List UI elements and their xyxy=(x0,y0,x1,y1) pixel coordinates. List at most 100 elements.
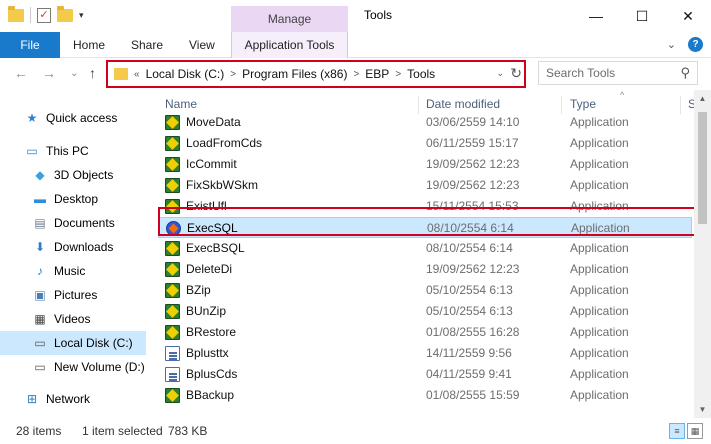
sql-app-icon xyxy=(166,221,181,236)
scroll-thumb[interactable] xyxy=(698,112,707,224)
table-row[interactable]: DeleteDi 19/09/2562 12:23 Application xyxy=(158,259,692,280)
application-icon xyxy=(165,157,180,172)
search-box[interactable]: ⚲ xyxy=(538,61,698,85)
customize-toolbar-icon[interactable]: ▾ xyxy=(79,10,84,21)
tab-share[interactable]: Share xyxy=(131,32,163,58)
application-icon xyxy=(165,178,180,193)
file-type: Application xyxy=(570,241,629,255)
sidebar-item-quick-access[interactable]: ★ Quick access xyxy=(0,106,146,130)
file-date-modified: 06/11/2559 15:17 xyxy=(426,136,519,150)
file-type: Application xyxy=(570,262,629,276)
file-name: BBackup xyxy=(186,388,235,402)
file-type: Application xyxy=(570,157,629,171)
details-view-button[interactable]: ≡ xyxy=(669,423,685,439)
desktop-icon: ▬ xyxy=(34,192,46,206)
sidebar-item-3d-objects[interactable]: ◆ 3D Objects xyxy=(0,163,146,187)
refresh-icon[interactable]: ↻ xyxy=(510,65,522,82)
sidebar-item-label: Quick access xyxy=(46,111,118,125)
sidebar-item-new-volume[interactable]: ▭ New Volume (D:) xyxy=(0,355,146,379)
close-button[interactable]: ✕ xyxy=(665,0,711,32)
table-row[interactable]: BZip 05/10/2554 6:13 Application xyxy=(158,280,692,301)
expand-ribbon-icon[interactable]: ⌄ xyxy=(667,38,676,51)
vertical-scrollbar[interactable]: ▲ ▼ xyxy=(694,90,711,418)
back-button[interactable]: ← xyxy=(14,65,28,81)
address-bar[interactable]: « Local Disk (C:) > Program Files (x86) … xyxy=(106,60,526,88)
sidebar-item-pictures[interactable]: ▣ Pictures xyxy=(0,283,146,307)
breadcrumb-overflow[interactable]: « xyxy=(134,69,140,80)
sidebar-item-local-disk[interactable]: ▭ Local Disk (C:) xyxy=(0,331,146,355)
sidebar-item-label: Local Disk (C:) xyxy=(54,336,133,350)
sidebar-item-documents[interactable]: ▤ Documents xyxy=(0,211,146,235)
file-date-modified: 19/09/2562 12:23 xyxy=(426,157,520,171)
file-date-modified: 04/11/2559 9:41 xyxy=(426,367,512,381)
tab-home[interactable]: Home xyxy=(73,32,105,58)
table-row[interactable]: Bplusttx 14/11/2559 9:56 Application xyxy=(158,343,692,364)
minimize-button[interactable]: — xyxy=(573,0,619,32)
breadcrumb-program-files[interactable]: Program Files (x86) xyxy=(242,67,347,81)
table-row[interactable]: FixSkbWSkm 19/09/2562 12:23 Application xyxy=(158,175,692,196)
tab-file[interactable]: File xyxy=(0,32,60,58)
chevron-right-icon[interactable]: > xyxy=(353,69,359,80)
table-row[interactable]: IcCommit 19/09/2562 12:23 Application xyxy=(158,154,692,175)
large-icons-view-button[interactable]: ▦ xyxy=(687,423,703,439)
chevron-right-icon[interactable]: > xyxy=(395,69,401,80)
table-row[interactable]: ExistUfl 15/11/2554 15:53 Application xyxy=(158,196,692,217)
sidebar-item-downloads[interactable]: ⬇ Downloads xyxy=(0,235,146,259)
scroll-down-button[interactable]: ▼ xyxy=(694,401,711,418)
breadcrumb-local-disk[interactable]: Local Disk (C:) xyxy=(146,67,225,81)
tab-view[interactable]: View xyxy=(189,32,215,58)
table-row[interactable]: LoadFromCds 06/11/2559 15:17 Application xyxy=(158,133,692,154)
address-dropdown-icon[interactable]: ⌄ xyxy=(496,68,504,79)
file-name: IcCommit xyxy=(186,157,237,171)
drive-icon: ▭ xyxy=(34,336,46,350)
breadcrumb-ebp[interactable]: EBP xyxy=(365,67,389,81)
sidebar-item-music[interactable]: ♪ Music xyxy=(0,259,146,283)
recent-locations-button[interactable]: ⌄ xyxy=(70,68,78,79)
file-date-modified: 14/11/2559 9:56 xyxy=(426,346,512,360)
sidebar-item-label: 3D Objects xyxy=(54,168,114,182)
window-controls: — ☐ ✕ xyxy=(573,0,711,32)
file-type: Application xyxy=(570,136,629,150)
title-bar: ✓ ▾ Manage Tools — ☐ ✕ xyxy=(0,0,711,32)
file-type: Application xyxy=(570,325,629,339)
table-row[interactable]: BUnZip 05/10/2554 6:13 Application xyxy=(158,301,692,322)
file-list: ^ Name Date modified Type S MoveData 03/0… xyxy=(148,90,694,418)
file-date-modified: 19/09/2562 12:23 xyxy=(426,178,520,192)
scroll-up-button[interactable]: ▲ xyxy=(694,90,711,107)
file-name: Bplusttx xyxy=(186,346,229,360)
table-row[interactable]: BplusCds 04/11/2559 9:41 Application xyxy=(158,364,692,385)
file-date-modified: 15/11/2554 15:53 xyxy=(426,199,519,213)
breadcrumb-tools[interactable]: Tools xyxy=(407,67,435,81)
document-app-icon xyxy=(165,346,180,361)
tab-application-tools[interactable]: Application Tools xyxy=(231,32,348,58)
sidebar-item-label: Pictures xyxy=(54,288,98,302)
up-button[interactable]: ↑ xyxy=(89,65,96,81)
help-icon[interactable]: ? xyxy=(688,37,703,52)
selection-count: 1 item selected xyxy=(82,424,163,438)
sidebar-item-this-pc[interactable]: ▭ This PC xyxy=(0,139,146,163)
properties-icon[interactable]: ✓ xyxy=(37,7,51,23)
table-row[interactable]: ExecSQL 08/10/2554 6:14 Application xyxy=(158,217,692,238)
table-row[interactable]: BBackup 01/08/2555 15:59 Application xyxy=(158,385,692,406)
file-type: Application xyxy=(570,115,629,129)
view-switcher: ≡ ▦ xyxy=(669,423,703,439)
chevron-right-icon[interactable]: > xyxy=(230,69,236,80)
sidebar-item-label: This PC xyxy=(46,144,89,158)
forward-button[interactable]: → xyxy=(42,65,56,81)
table-row[interactable]: BRestore 01/08/2555 16:28 Application xyxy=(158,322,692,343)
tab-manage[interactable]: Manage xyxy=(231,6,348,32)
sidebar-item-desktop[interactable]: ▬ Desktop xyxy=(0,187,146,211)
cube-icon: ◆ xyxy=(35,168,45,182)
new-folder-icon[interactable] xyxy=(57,5,73,22)
file-type: Application xyxy=(570,199,629,213)
document-app-icon xyxy=(165,367,180,382)
folder-icon xyxy=(114,68,128,80)
table-row[interactable]: MoveData 03/06/2559 14:10 Application xyxy=(158,112,692,133)
table-row[interactable]: ExecBSQL 08/10/2554 6:14 Application xyxy=(158,238,692,259)
sidebar-item-videos[interactable]: ▦ Videos xyxy=(0,307,146,331)
status-bar: 28 items 1 item selected 783 KB ≡ ▦ xyxy=(0,420,711,444)
sidebar-item-network[interactable]: ⊞ Network xyxy=(0,387,146,411)
search-icon[interactable]: ⚲ xyxy=(680,65,690,81)
maximize-button[interactable]: ☐ xyxy=(619,0,665,32)
search-input[interactable] xyxy=(539,62,669,84)
